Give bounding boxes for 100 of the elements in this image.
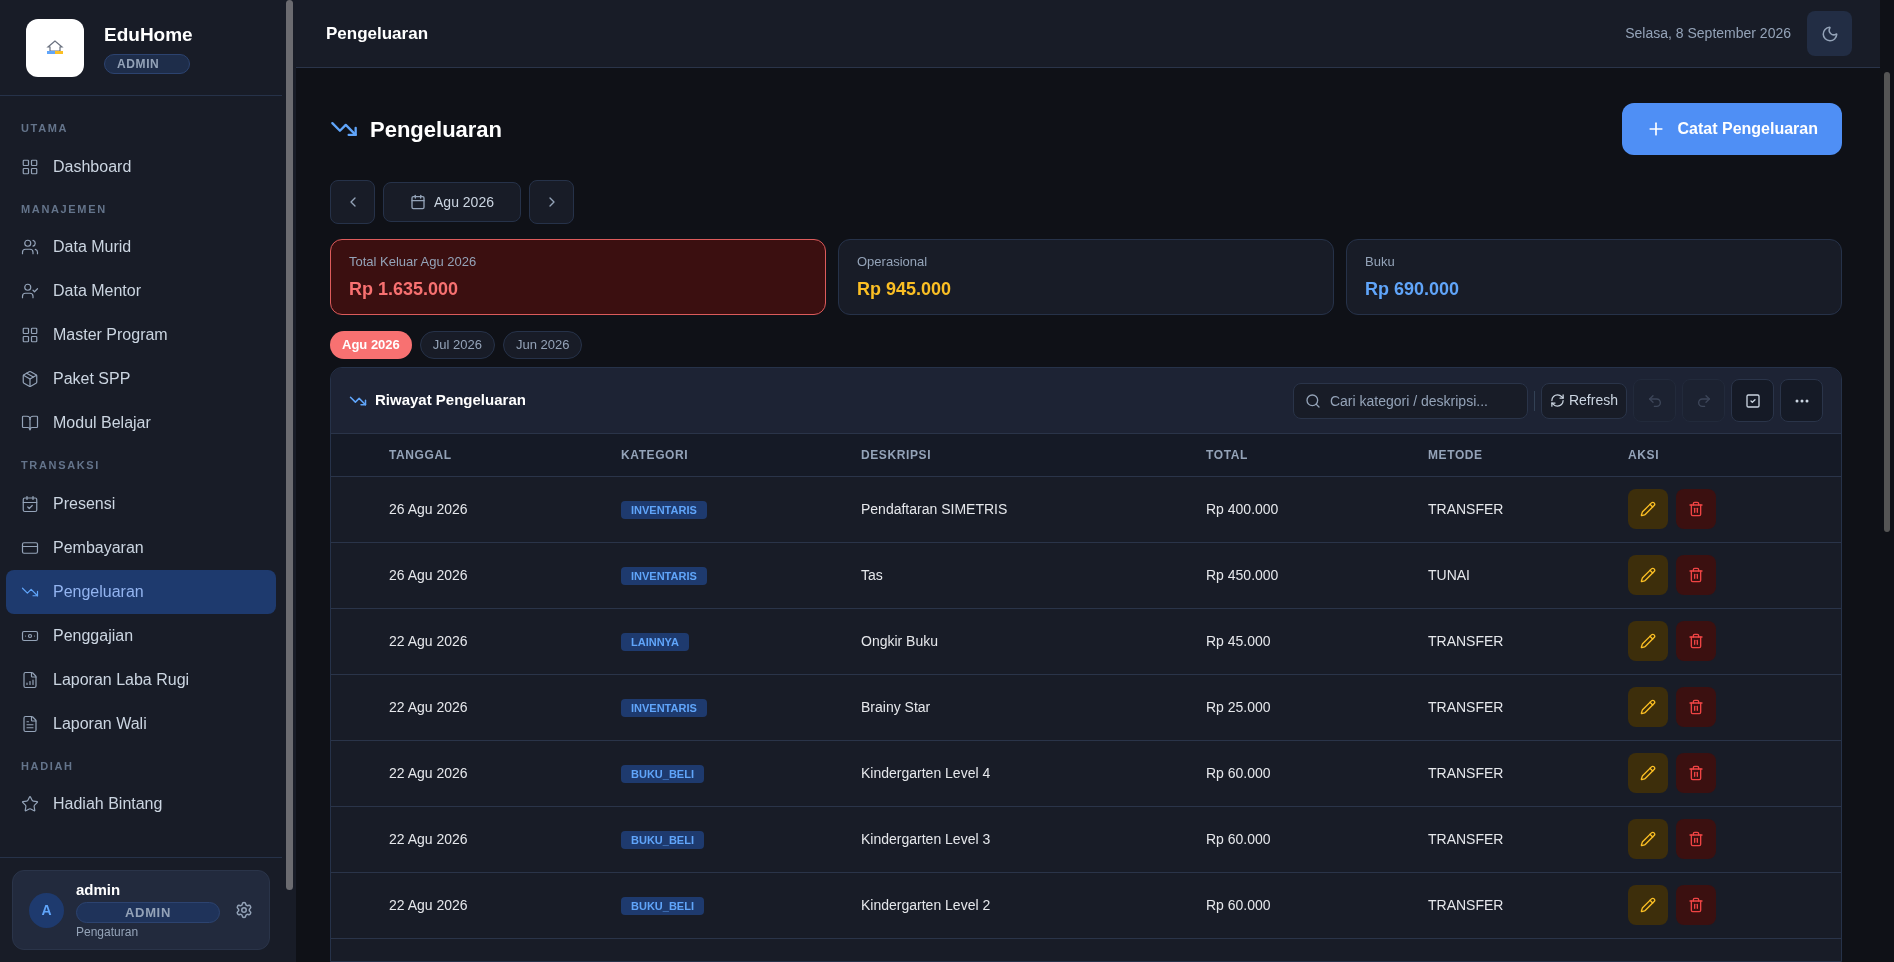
refresh-button[interactable]: Refresh [1540,382,1627,419]
settings-icon[interactable] [235,901,253,919]
pencil-icon [1640,765,1656,781]
delete-button[interactable] [1676,489,1716,529]
pencil-icon [1640,633,1656,649]
edit-button[interactable] [1628,819,1668,859]
more-icon [1794,398,1809,403]
table-cell: 22 Agu 2026 [389,632,468,649]
category-tag: INVENTARIS [621,500,707,519]
summary-value: Rp 1.635.000 [349,277,460,301]
edit-button[interactable] [1628,687,1668,727]
column-header: METODE [1428,447,1483,462]
category-tag: LAINNYA [621,632,689,651]
pencil-icon [1640,501,1656,517]
box-icon [21,370,39,388]
nav-item[interactable]: Dashboard [6,144,276,189]
table-cell: Rp 60.000 [1206,896,1271,913]
pencil-icon [1640,699,1656,715]
user-check-icon [21,282,39,300]
trash-icon [1688,633,1704,649]
table-cell: Rp 400.000 [1206,500,1279,517]
month-picker-button[interactable]: Agu 2026 [383,182,521,222]
delete-button[interactable] [1676,687,1716,727]
table-title: Riwayat Pengeluaran [375,390,526,411]
calendar-icon [21,494,39,513]
search-field[interactable]: Cari kategori / deskripsi... [1292,382,1528,419]
nav-item[interactable]: Master Program [6,313,276,357]
nav-item[interactable]: Laporan Laba Rugi [6,657,276,702]
delete-button[interactable] [1676,819,1716,859]
nav-item[interactable]: Data Murid [6,225,276,269]
nav-item[interactable]: Paket SPP [6,357,276,401]
nav-item[interactable]: Pembayaran [6,525,276,570]
calendar-icon [410,194,426,210]
table-cell: TRANSFER [1428,632,1504,649]
brand-name: EduHome [104,23,193,48]
category-tag: INVENTARIS [621,698,707,717]
role-badge: ADMIN [104,53,190,74]
category-tag: BUKU_BELI [621,830,704,849]
settings-link[interactable]: Pengaturan [76,923,223,941]
delete-button[interactable] [1676,753,1716,793]
delete-button[interactable] [1676,621,1716,661]
column-header: DESKRIPSI [861,447,932,462]
table-cell: 26 Agu 2026 [389,566,468,583]
delete-button[interactable] [1676,885,1716,925]
table-cell: Kindergarten Level 2 [861,896,991,913]
delete-button[interactable] [1676,555,1716,595]
table-cell: 22 Agu 2026 [389,896,468,913]
trash-icon [1688,699,1704,715]
pencil-icon [1640,831,1656,847]
edit-button[interactable] [1628,753,1668,793]
edit-button[interactable] [1628,555,1668,595]
grid-icon [21,326,39,344]
trash-icon [1688,897,1704,913]
table-cell: TRANSFER [1428,698,1504,715]
table-cell: 22 Agu 2026 [389,830,468,847]
book-icon [21,414,39,432]
theme-toggle-button[interactable] [1807,11,1852,56]
scrollbar[interactable] [285,0,293,890]
nav-item[interactable]: Laporan Wali [6,701,276,746]
redo-icon [1695,392,1712,409]
nav-item[interactable]: Hadiah Bintang [6,782,276,826]
trash-icon [1688,831,1704,847]
table-cell: Rp 45.000 [1206,632,1271,649]
column-header: TOTAL [1206,447,1248,462]
nav-item[interactable]: Penggajian [6,613,276,658]
checkbox-icon [1744,392,1761,409]
nav-item[interactable]: Data Mentor [6,269,276,313]
nav-item[interactable]: Presensi [6,481,276,526]
section-heading: MANAJEMEN [20,201,108,217]
table-cell: Pendaftaran SIMETRIS [861,500,1008,517]
nav-item[interactable]: Modul Belajar [6,401,276,445]
trash-icon [1688,765,1704,781]
avatar: A [29,892,64,928]
summary-value: Rp 690.000 [1365,277,1461,301]
trash-icon [1688,501,1704,517]
edit-button[interactable] [1628,489,1668,529]
report-icon [21,670,39,689]
month-chip[interactable]: Jul 2026 [419,331,495,359]
table-cell: Ongkir Buku [861,632,939,649]
table-cell: TRANSFER [1428,830,1504,847]
month-chip[interactable]: Jun 2026 [502,331,583,359]
summary-label: Operasional [857,253,929,271]
toolbar-button[interactable] [1731,379,1774,422]
edit-button[interactable] [1628,621,1668,661]
refresh-icon [1549,393,1565,408]
category-tag: BUKU_BELI [621,896,704,915]
column-header: AKSI [1628,447,1660,462]
table-cell: 22 Agu 2026 [389,698,468,715]
summary-label: Buku [1365,253,1396,271]
scrollbar[interactable] [1884,72,1890,532]
section-heading: TRANSAKSI [20,458,102,473]
role-badge: ADMIN [76,901,220,923]
star-icon [21,795,39,813]
nav-item[interactable]: Pengeluaran [6,569,276,614]
table-cell: TRANSFER [1428,500,1504,517]
edit-button[interactable] [1628,885,1668,925]
trash-icon [1688,567,1704,583]
grid-icon [21,157,39,176]
house-logo-icon [45,39,65,56]
table-cell: Tas [861,566,883,583]
